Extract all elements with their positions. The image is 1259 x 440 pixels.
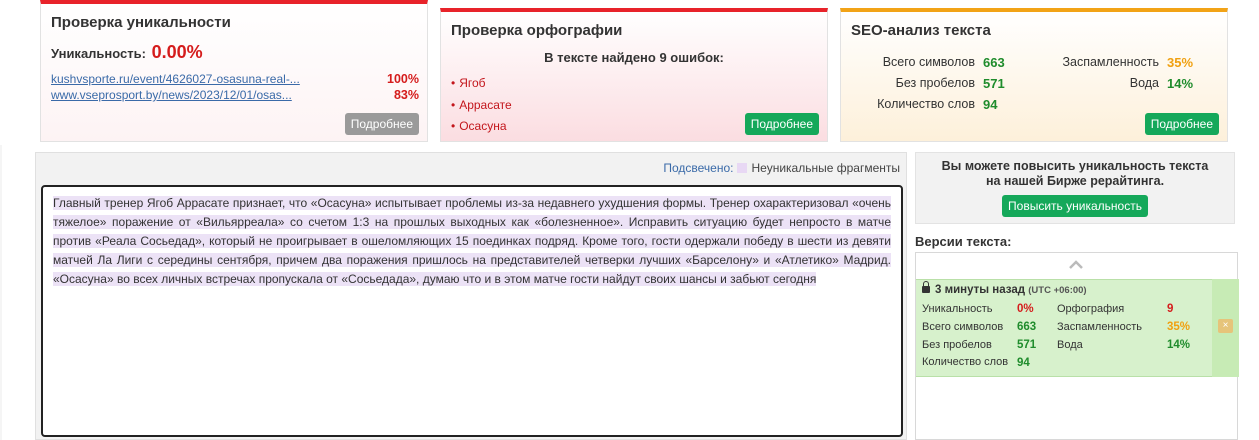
delete-version-icon[interactable]: × <box>1218 319 1233 333</box>
seo-total-chars-label: Всего символов <box>882 55 975 69</box>
uniqueness-label: Уникальность: <box>51 46 146 61</box>
editor-text: Главный тренер Ягоб Аррасате признает, ч… <box>53 196 891 286</box>
source-link[interactable]: www.vseprosport.by/news/2023/12/01/osas.… <box>51 88 311 102</box>
version-chars-label: Всего символов <box>922 321 1004 333</box>
page-left-edge <box>0 145 2 440</box>
version-actions: × <box>1212 279 1239 377</box>
seo-no-spaces-value: 571 <box>983 76 1005 91</box>
uniqueness-result: Уникальность: 0.00% <box>51 42 203 63</box>
text-editor[interactable]: Главный тренер Ягоб Аррасате признает, ч… <box>41 185 903 437</box>
seo-panel: SEO-анализ текста Всего символов 663 Без… <box>840 8 1228 142</box>
rewrite-promo: Вы можете повысить уникальность текста н… <box>915 152 1235 224</box>
spelling-error-item[interactable]: • Ягоб <box>451 76 486 90</box>
spelling-more-button[interactable]: Подробнее <box>744 113 819 135</box>
version-time: 3 минуты назад (UTC +06:00) <box>922 281 1087 296</box>
version-uniq-value: 0% <box>1017 303 1034 315</box>
highlight-swatch <box>737 163 748 173</box>
lock-icon <box>922 281 930 293</box>
spelling-title: Проверка орфографии <box>451 22 623 39</box>
spelling-panel: Проверка орфографии В тексте найдено 9 о… <box>440 8 828 142</box>
bullet-icon: • <box>451 98 456 112</box>
seo-no-spaces-label: Без пробелов <box>895 76 975 90</box>
seo-more-button[interactable]: Подробнее <box>1144 113 1219 135</box>
version-water-label: Вода <box>1057 339 1083 351</box>
spelling-error-item[interactable]: • Аррасате <box>451 98 512 112</box>
spelling-error-item[interactable]: • Осасуна <box>451 119 507 133</box>
seo-spam-label: Заспамленность <box>1062 55 1159 69</box>
version-spell-value: 9 <box>1167 303 1174 315</box>
seo-water-label: Вода <box>1129 76 1159 90</box>
seo-water-value: 14% <box>1167 76 1194 91</box>
highlight-legend: Подсвечено: Неуникальные фрагменты <box>663 161 900 175</box>
source-row: kushvsporte.ru/event/4626027-osasuna-rea… <box>51 72 419 89</box>
uniqueness-title: Проверка уникальности <box>51 14 231 31</box>
uniqueness-panel: Проверка уникальности Уникальность: 0.00… <box>40 0 428 142</box>
source-row: www.vseprosport.by/news/2023/12/01/osas.… <box>51 88 419 105</box>
seo-word-count-value: 94 <box>983 97 998 112</box>
uniqueness-more-button[interactable]: Подробнее <box>344 113 419 135</box>
spelling-error-word: Ягоб <box>459 76 486 90</box>
spelling-error-word: Осасуна <box>459 119 507 133</box>
seo-title: SEO-анализ текста <box>851 22 991 39</box>
chevron-up-icon[interactable] <box>1066 257 1086 275</box>
version-item[interactable]: 3 минуты назад (UTC +06:00) Уникальность… <box>916 279 1212 377</box>
spelling-found-text: В тексте найдено 9 ошибок: <box>544 50 724 65</box>
source-percent: 100% <box>387 72 419 86</box>
seo-word-count-label: Количество слов <box>877 97 975 111</box>
increase-uniqueness-button[interactable]: Повысить уникальность <box>1002 195 1148 217</box>
promo-text: Вы можете повысить уникальность текста н… <box>941 159 1209 188</box>
version-time-text: 3 минуты назад <box>935 284 1026 296</box>
version-uniq-label: Уникальность <box>922 303 993 315</box>
uniqueness-value: 0.00% <box>151 42 203 62</box>
versions-title: Версии текста: <box>915 234 1012 249</box>
seo-spam-value: 35% <box>1167 55 1194 70</box>
version-chars-value: 663 <box>1017 321 1037 333</box>
version-nospace-label: Без пробелов <box>922 339 992 351</box>
version-water-value: 14% <box>1167 339 1191 351</box>
version-words-label: Количество слов <box>922 356 1009 368</box>
seo-total-chars-value: 663 <box>983 55 1005 70</box>
highlight-label[interactable]: Подсвечено: <box>663 161 733 175</box>
bullet-icon: • <box>451 76 456 90</box>
source-link[interactable]: kushvsporte.ru/event/4626027-osasuna-rea… <box>51 72 311 86</box>
version-nospace-value: 571 <box>1017 339 1037 351</box>
versions-list: 3 минуты назад (UTC +06:00) Уникальность… <box>915 252 1239 440</box>
version-spam-label: Заспамленность <box>1057 321 1142 333</box>
version-timezone: (UTC +06:00) <box>1028 285 1087 296</box>
spelling-error-word: Аррасате <box>459 98 512 112</box>
text-section: Подсвечено: Неуникальные фрагменты Главны… <box>35 152 907 440</box>
highlight-desc: Неуникальные фрагменты <box>751 161 900 175</box>
version-spell-label: Орфография <box>1057 303 1125 315</box>
bullet-icon: • <box>451 119 456 133</box>
version-words-value: 94 <box>1017 357 1030 369</box>
source-percent: 83% <box>393 88 419 102</box>
version-spam-value: 35% <box>1167 321 1191 333</box>
